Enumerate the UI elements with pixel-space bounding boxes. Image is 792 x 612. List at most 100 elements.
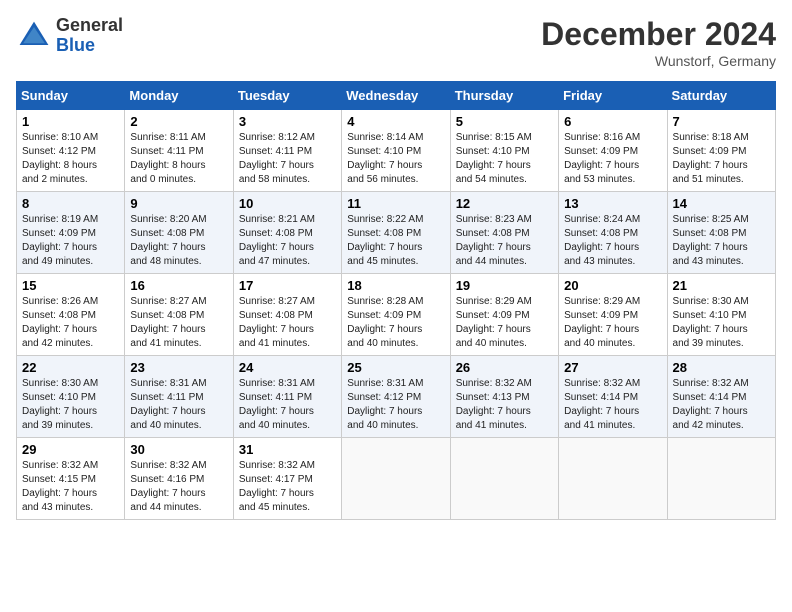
location: Wunstorf, Germany bbox=[541, 53, 776, 69]
day-info: Sunrise: 8:27 AM Sunset: 4:08 PM Dayligh… bbox=[239, 295, 336, 351]
day-number: 13 bbox=[564, 196, 661, 211]
day-cell-18: 18 Sunrise: 8:28 AM Sunset: 4:09 PM Dayli… bbox=[342, 274, 450, 356]
day-cell-29: 29Sunrise: 8:32 AM Sunset: 4:15 PM Dayli… bbox=[17, 438, 125, 520]
day-info: Sunrise: 8:31 AM Sunset: 4:11 PM Dayligh… bbox=[239, 377, 336, 433]
day-number: 2 bbox=[130, 114, 227, 129]
page-header: General Blue December 2024 Wunstorf, Ger… bbox=[16, 16, 776, 69]
day-cell-26: 26 Sunrise: 8:32 AM Sunset: 4:13 PM Dayli… bbox=[450, 356, 558, 438]
day-info: Sunrise: 8:25 AM Sunset: 4:08 PM Dayligh… bbox=[673, 213, 770, 269]
day-number: 8 bbox=[22, 196, 119, 211]
day-number: 17 bbox=[239, 278, 336, 293]
day-info: Sunrise: 8:31 AM Sunset: 4:12 PM Dayligh… bbox=[347, 377, 444, 433]
day-info: Sunrise: 8:32 AM Sunset: 4:14 PM Dayligh… bbox=[673, 377, 770, 433]
day-number: 30 bbox=[130, 442, 227, 457]
day-number: 23 bbox=[130, 360, 227, 375]
day-cell-21: 21Sunrise: 8:30 AM Sunset: 4:10 PM Dayli… bbox=[667, 274, 775, 356]
day-cell-10: 10 Sunrise: 8:21 AM Sunset: 4:08 PM Dayli… bbox=[233, 192, 341, 274]
day-cell-4: 4 Sunrise: 8:14 AM Sunset: 4:10 PM Daylig… bbox=[342, 110, 450, 192]
day-cell-12: 12Sunrise: 8:23 AM Sunset: 4:08 PM Dayli… bbox=[450, 192, 558, 274]
title-block: December 2024 Wunstorf, Germany bbox=[541, 16, 776, 69]
day-number: 3 bbox=[239, 114, 336, 129]
day-cell-23: 23 Sunrise: 8:31 AM Sunset: 4:11 PM Dayli… bbox=[125, 356, 233, 438]
day-number: 15 bbox=[22, 278, 119, 293]
day-number: 21 bbox=[673, 278, 770, 293]
day-number: 22 bbox=[22, 360, 119, 375]
day-number: 20 bbox=[564, 278, 661, 293]
day-info: Sunrise: 8:11 AM Sunset: 4:11 PM Dayligh… bbox=[130, 131, 227, 187]
week-row-1: 1Sunrise: 8:10 AM Sunset: 4:12 PM Daylig… bbox=[17, 110, 776, 192]
day-info: Sunrise: 8:29 AM Sunset: 4:09 PM Dayligh… bbox=[456, 295, 553, 351]
day-cell-2: 2 Sunrise: 8:11 AM Sunset: 4:11 PM Daylig… bbox=[125, 110, 233, 192]
day-number: 10 bbox=[239, 196, 336, 211]
day-info: Sunrise: 8:10 AM Sunset: 4:12 PM Dayligh… bbox=[22, 131, 119, 187]
logo-icon bbox=[16, 18, 52, 54]
day-number: 25 bbox=[347, 360, 444, 375]
day-header-friday: Friday bbox=[559, 82, 667, 110]
day-info: Sunrise: 8:20 AM Sunset: 4:08 PM Dayligh… bbox=[130, 213, 227, 269]
day-cell-7: 7 Sunrise: 8:18 AM Sunset: 4:09 PM Daylig… bbox=[667, 110, 775, 192]
day-number: 4 bbox=[347, 114, 444, 129]
day-number: 11 bbox=[347, 196, 444, 211]
day-info: Sunrise: 8:16 AM Sunset: 4:09 PM Dayligh… bbox=[564, 131, 661, 187]
day-info: Sunrise: 8:30 AM Sunset: 4:10 PM Dayligh… bbox=[22, 377, 119, 433]
day-number: 24 bbox=[239, 360, 336, 375]
week-row-2: 8 Sunrise: 8:19 AM Sunset: 4:09 PM Daylig… bbox=[17, 192, 776, 274]
day-number: 5 bbox=[456, 114, 553, 129]
day-cell-3: 3Sunrise: 8:12 AM Sunset: 4:11 PM Daylig… bbox=[233, 110, 341, 192]
week-row-5: 29Sunrise: 8:32 AM Sunset: 4:15 PM Dayli… bbox=[17, 438, 776, 520]
day-info: Sunrise: 8:28 AM Sunset: 4:09 PM Dayligh… bbox=[347, 295, 444, 351]
day-header-sunday: Sunday bbox=[17, 82, 125, 110]
day-info: Sunrise: 8:26 AM Sunset: 4:08 PM Dayligh… bbox=[22, 295, 119, 351]
day-number: 14 bbox=[673, 196, 770, 211]
day-cell-31: 31 Sunrise: 8:32 AM Sunset: 4:17 PM Dayli… bbox=[233, 438, 341, 520]
day-cell-16: 16 Sunrise: 8:27 AM Sunset: 4:08 PM Dayli… bbox=[125, 274, 233, 356]
day-cell-14: 14 Sunrise: 8:25 AM Sunset: 4:08 PM Dayli… bbox=[667, 192, 775, 274]
day-header-thursday: Thursday bbox=[450, 82, 558, 110]
day-info: Sunrise: 8:31 AM Sunset: 4:11 PM Dayligh… bbox=[130, 377, 227, 433]
day-info: Sunrise: 8:32 AM Sunset: 4:16 PM Dayligh… bbox=[130, 459, 227, 515]
day-cell-19: 19 Sunrise: 8:29 AM Sunset: 4:09 PM Dayli… bbox=[450, 274, 558, 356]
day-info: Sunrise: 8:23 AM Sunset: 4:08 PM Dayligh… bbox=[456, 213, 553, 269]
week-row-3: 15 Sunrise: 8:26 AM Sunset: 4:08 PM Dayli… bbox=[17, 274, 776, 356]
empty-cell bbox=[342, 438, 450, 520]
month-title: December 2024 bbox=[541, 16, 776, 53]
empty-cell bbox=[450, 438, 558, 520]
day-number: 19 bbox=[456, 278, 553, 293]
day-cell-25: 25 Sunrise: 8:31 AM Sunset: 4:12 PM Dayli… bbox=[342, 356, 450, 438]
logo-text: General Blue bbox=[56, 16, 123, 56]
day-cell-6: 6 Sunrise: 8:16 AM Sunset: 4:09 PM Daylig… bbox=[559, 110, 667, 192]
day-cell-17: 17 Sunrise: 8:27 AM Sunset: 4:08 PM Dayli… bbox=[233, 274, 341, 356]
calendar: SundayMondayTuesdayWednesdayThursdayFrid… bbox=[16, 81, 776, 520]
day-cell-11: 11Sunrise: 8:22 AM Sunset: 4:08 PM Dayli… bbox=[342, 192, 450, 274]
day-info: Sunrise: 8:24 AM Sunset: 4:08 PM Dayligh… bbox=[564, 213, 661, 269]
day-number: 6 bbox=[564, 114, 661, 129]
day-number: 16 bbox=[130, 278, 227, 293]
day-cell-24: 24 Sunrise: 8:31 AM Sunset: 4:11 PM Dayli… bbox=[233, 356, 341, 438]
day-cell-1: 1Sunrise: 8:10 AM Sunset: 4:12 PM Daylig… bbox=[17, 110, 125, 192]
day-cell-28: 28Sunrise: 8:32 AM Sunset: 4:14 PM Dayli… bbox=[667, 356, 775, 438]
day-cell-27: 27Sunrise: 8:32 AM Sunset: 4:14 PM Dayli… bbox=[559, 356, 667, 438]
day-number: 18 bbox=[347, 278, 444, 293]
day-number: 7 bbox=[673, 114, 770, 129]
empty-cell bbox=[559, 438, 667, 520]
day-number: 26 bbox=[456, 360, 553, 375]
day-info: Sunrise: 8:32 AM Sunset: 4:13 PM Dayligh… bbox=[456, 377, 553, 433]
day-number: 31 bbox=[239, 442, 336, 457]
day-cell-9: 9Sunrise: 8:20 AM Sunset: 4:08 PM Daylig… bbox=[125, 192, 233, 274]
day-info: Sunrise: 8:14 AM Sunset: 4:10 PM Dayligh… bbox=[347, 131, 444, 187]
day-info: Sunrise: 8:29 AM Sunset: 4:09 PM Dayligh… bbox=[564, 295, 661, 351]
day-info: Sunrise: 8:27 AM Sunset: 4:08 PM Dayligh… bbox=[130, 295, 227, 351]
day-cell-13: 13 Sunrise: 8:24 AM Sunset: 4:08 PM Dayli… bbox=[559, 192, 667, 274]
day-info: Sunrise: 8:32 AM Sunset: 4:17 PM Dayligh… bbox=[239, 459, 336, 515]
day-cell-20: 20 Sunrise: 8:29 AM Sunset: 4:09 PM Dayli… bbox=[559, 274, 667, 356]
day-cell-5: 5Sunrise: 8:15 AM Sunset: 4:10 PM Daylig… bbox=[450, 110, 558, 192]
day-info: Sunrise: 8:18 AM Sunset: 4:09 PM Dayligh… bbox=[673, 131, 770, 187]
week-row-4: 22 Sunrise: 8:30 AM Sunset: 4:10 PM Dayli… bbox=[17, 356, 776, 438]
logo: General Blue bbox=[16, 16, 123, 56]
day-info: Sunrise: 8:19 AM Sunset: 4:09 PM Dayligh… bbox=[22, 213, 119, 269]
day-header-monday: Monday bbox=[125, 82, 233, 110]
day-header-tuesday: Tuesday bbox=[233, 82, 341, 110]
day-info: Sunrise: 8:21 AM Sunset: 4:08 PM Dayligh… bbox=[239, 213, 336, 269]
day-info: Sunrise: 8:32 AM Sunset: 4:14 PM Dayligh… bbox=[564, 377, 661, 433]
day-info: Sunrise: 8:32 AM Sunset: 4:15 PM Dayligh… bbox=[22, 459, 119, 515]
